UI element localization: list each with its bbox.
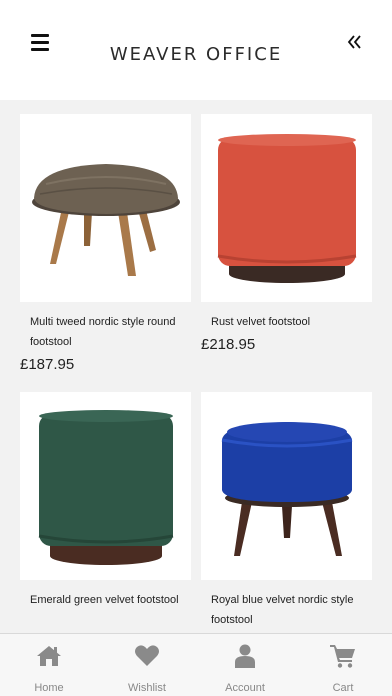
product-image-emerald-footstool[interactable]	[20, 392, 191, 580]
tab-cart-label: Cart	[332, 682, 354, 694]
brand-logo: WEAVER OFFICE	[109, 44, 283, 65]
product-name[interactable]: Rust velvet footstool	[201, 312, 372, 332]
app-header: WEAVER OFFICE	[0, 0, 392, 100]
tab-home-label: Home	[34, 682, 64, 694]
product-name[interactable]: Royal blue velvet nordic style footstool	[201, 590, 372, 630]
tab-account-label: Account	[225, 682, 265, 694]
product-price: £218.95	[201, 336, 256, 353]
product-card[interactable]: Multi tweed nordic style round footstool…	[20, 114, 191, 373]
product-price: £187.95	[20, 356, 75, 373]
user-icon	[235, 644, 255, 668]
product-name[interactable]: Multi tweed nordic style round footstool	[20, 312, 191, 352]
double-chevron-left-icon[interactable]	[346, 33, 364, 51]
cart-icon	[330, 645, 355, 668]
product-card[interactable]: Rust velvet footstool £218.95	[201, 114, 372, 353]
tab-account[interactable]: Account	[196, 634, 294, 696]
product-image-royal-blue-footstool[interactable]	[201, 392, 372, 580]
home-icon	[37, 646, 61, 666]
product-card[interactable]: Royal blue velvet nordic style footstool	[201, 392, 372, 633]
tab-wishlist[interactable]: Wishlist	[98, 634, 196, 696]
product-name[interactable]: Emerald green velvet footstool	[20, 590, 191, 610]
tab-home[interactable]: Home	[0, 634, 98, 696]
app-screen: WEAVER OFFICE Multi tweed nordic style r…	[0, 0, 392, 696]
product-card[interactable]: Emerald green velvet footstool	[20, 392, 191, 614]
product-image-tweed-footstool[interactable]	[20, 114, 191, 302]
tab-cart[interactable]: Cart	[294, 634, 392, 696]
bottom-tab-bar: Home Wishlist Account Cart	[0, 633, 392, 696]
tab-wishlist-label: Wishlist	[128, 682, 166, 694]
product-image-rust-footstool[interactable]	[201, 114, 372, 302]
product-grid: Multi tweed nordic style round footstool…	[0, 100, 392, 633]
heart-icon	[135, 645, 159, 666]
